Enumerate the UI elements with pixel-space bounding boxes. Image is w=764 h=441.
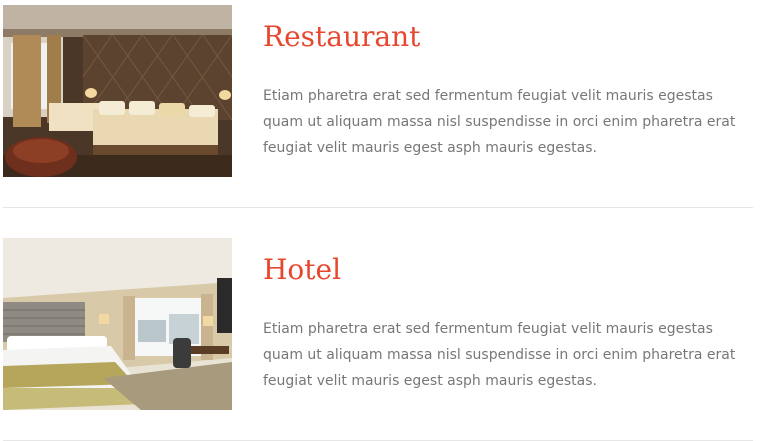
room-photo-image	[3, 5, 232, 177]
item-description: Etiam pharetra erat sed fermentum feugia…	[263, 321, 736, 389]
list-item: Hotel Etiam pharetra erat sed fermentum …	[3, 238, 753, 410]
room-photo-image	[3, 238, 232, 410]
item-description: Etiam pharetra erat sed fermentum feugia…	[263, 88, 736, 156]
room-photo[interactable]	[3, 5, 232, 177]
list-item: Restaurant Etiam pharetra erat sed ferme…	[3, 5, 753, 177]
room-photo[interactable]	[3, 238, 232, 410]
divider	[3, 207, 753, 208]
item-title[interactable]: Restaurant	[263, 19, 420, 55]
item-title[interactable]: Hotel	[263, 252, 341, 288]
